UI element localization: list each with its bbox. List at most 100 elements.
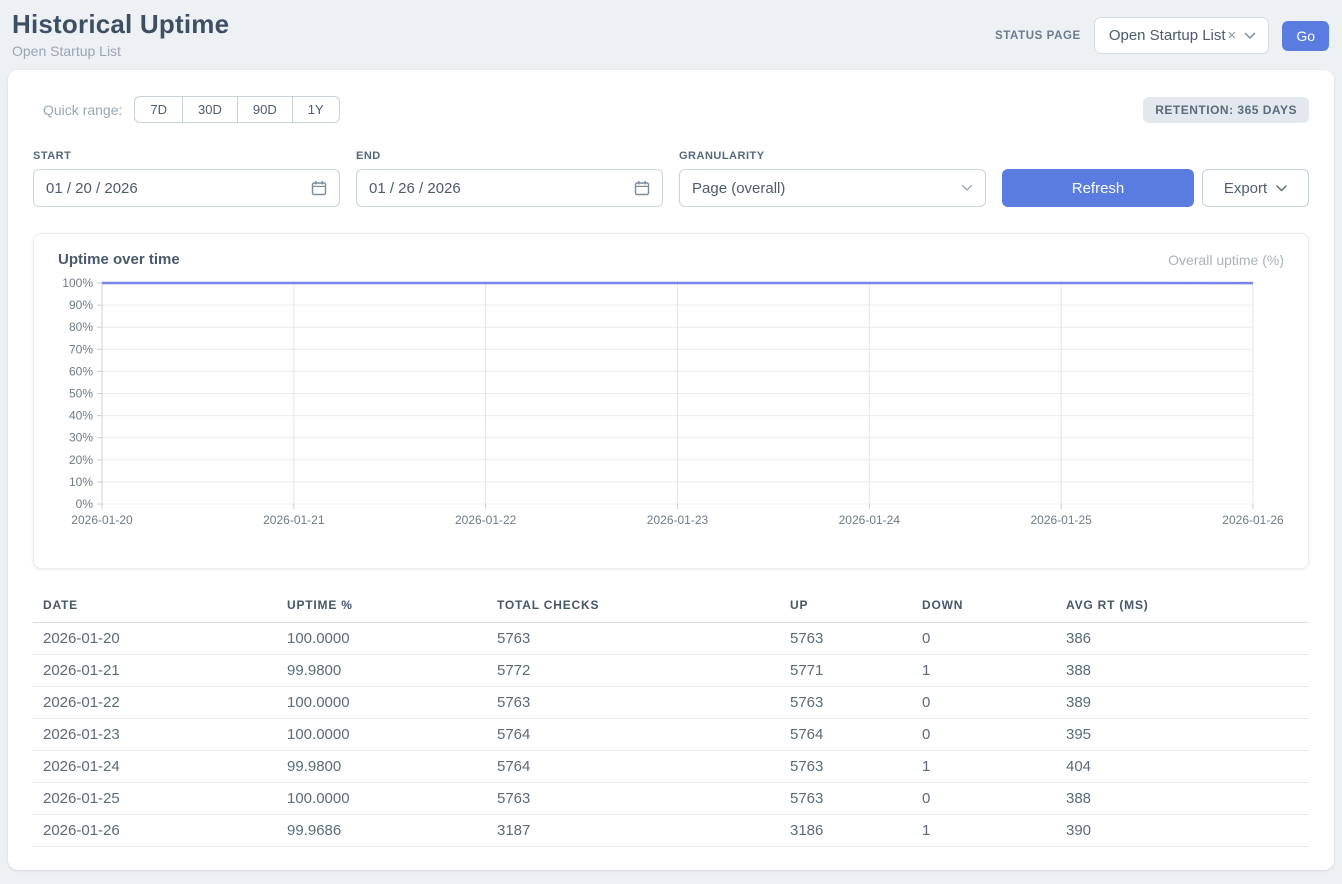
- chart-title: Uptime over time: [58, 251, 180, 268]
- x-axis-label: 2026-01-22: [455, 513, 517, 527]
- table-row: 2026-01-22100.0000576357630389: [33, 687, 1309, 719]
- y-axis-label: 80%: [69, 320, 93, 334]
- uptime-chart: 0%10%20%30%40%50%60%70%80%90%100%2026-01…: [58, 273, 1284, 534]
- calendar-icon[interactable]: [311, 180, 327, 196]
- refresh-button[interactable]: Refresh: [1002, 169, 1194, 207]
- table-cell: 5763: [780, 751, 912, 783]
- table-cell: 0: [912, 783, 1056, 815]
- table-cell: 100.0000: [277, 719, 487, 751]
- calendar-icon[interactable]: [634, 180, 650, 196]
- table-cell: 2026-01-25: [33, 783, 277, 815]
- table-cell: 2026-01-23: [33, 719, 277, 751]
- table-cell: 100.0000: [277, 687, 487, 719]
- table-cell: 3187: [487, 815, 780, 847]
- chevron-down-icon: [961, 184, 973, 192]
- filter-row: START 01 / 20 / 2026 END 01 / 26 / 2026 …: [33, 150, 1309, 207]
- start-date-input[interactable]: 01 / 20 / 2026: [33, 169, 340, 207]
- granularity-select-value: Page (overall): [692, 180, 785, 197]
- y-axis-label: 10%: [69, 475, 93, 489]
- granularity-select[interactable]: Page (overall): [679, 169, 986, 207]
- table-cell: 0: [912, 623, 1056, 655]
- table-cell: 5763: [780, 783, 912, 815]
- table-cell: 2026-01-22: [33, 687, 277, 719]
- table-cell: 5763: [780, 623, 912, 655]
- y-axis-label: 60%: [69, 364, 93, 378]
- y-axis-label: 30%: [69, 431, 93, 445]
- y-axis-label: 50%: [69, 387, 93, 401]
- table-cell: 99.9686: [277, 815, 487, 847]
- main-panel: Quick range: 7D30D90D1Y RETENTION: 365 D…: [8, 70, 1334, 870]
- retention-badge: RETENTION: 365 DAYS: [1143, 97, 1309, 123]
- x-axis-label: 2026-01-26: [1222, 513, 1284, 527]
- table-row: 2026-01-2699.9686318731861390: [33, 815, 1309, 847]
- y-axis-label: 20%: [69, 453, 93, 467]
- uptime-chart-card: Uptime over time Overall uptime (%) 0% 10…: [33, 233, 1309, 569]
- y-axis-label: 100%: [62, 276, 93, 290]
- column-header: TOTAL CHECKS: [487, 598, 780, 623]
- column-header: UP: [780, 598, 912, 623]
- table-cell: 5763: [487, 687, 780, 719]
- status-page-select[interactable]: Open Startup List ×: [1094, 17, 1270, 54]
- granularity-field: GRANULARITY Page (overall): [679, 150, 986, 207]
- table-cell: 5763: [487, 623, 780, 655]
- quick-range-90d[interactable]: 90D: [238, 96, 293, 123]
- table-cell: 99.9800: [277, 751, 487, 783]
- table-cell: 390: [1056, 815, 1309, 847]
- start-date-label: START: [33, 150, 340, 162]
- y-axis-label: 0%: [76, 497, 94, 511]
- export-button[interactable]: Export: [1202, 169, 1309, 207]
- table-cell: 2026-01-21: [33, 655, 277, 687]
- chevron-down-icon: [1244, 32, 1256, 40]
- title-block: Historical Uptime Open Startup List: [12, 9, 229, 59]
- chart-header: Uptime over time Overall uptime (%): [58, 251, 1284, 268]
- table-cell: 1: [912, 815, 1056, 847]
- table-cell: 3186: [780, 815, 912, 847]
- quick-range-button-group: 7D30D90D1Y: [134, 96, 339, 123]
- end-date-value: 01 / 26 / 2026: [369, 180, 461, 197]
- table-row: 2026-01-2199.9800577257711388: [33, 655, 1309, 687]
- table-row: 2026-01-20100.0000576357630386: [33, 623, 1309, 655]
- table-cell: 386: [1056, 623, 1309, 655]
- topbar-right: STATUS PAGE Open Startup List × Go: [995, 17, 1329, 54]
- table-cell: 5763: [487, 783, 780, 815]
- quick-range-row: Quick range: 7D30D90D1Y RETENTION: 365 D…: [33, 96, 1309, 123]
- page-subtitle: Open Startup List: [12, 43, 229, 59]
- end-date-field: END 01 / 26 / 2026: [356, 150, 663, 207]
- table-row: 2026-01-23100.0000576457640395: [33, 719, 1309, 751]
- table-cell: 395: [1056, 719, 1309, 751]
- table-cell: 1: [912, 655, 1056, 687]
- clear-selection-icon[interactable]: ×: [1228, 27, 1237, 44]
- x-axis-label: 2026-01-23: [647, 513, 709, 527]
- end-date-input[interactable]: 01 / 26 / 2026: [356, 169, 663, 207]
- table-row: 2026-01-2499.9800576457631404: [33, 751, 1309, 783]
- column-header: UPTIME %: [277, 598, 487, 623]
- quick-range-1y[interactable]: 1Y: [293, 96, 340, 123]
- table-cell: 404: [1056, 751, 1309, 783]
- start-date-value: 01 / 20 / 2026: [46, 180, 138, 197]
- table-cell: 100.0000: [277, 783, 487, 815]
- quick-range-label: Quick range:: [43, 102, 122, 118]
- y-axis-label: 90%: [69, 298, 93, 312]
- table-cell: 99.9800: [277, 655, 487, 687]
- table-cell: 5764: [487, 719, 780, 751]
- uptime-chart-svg: 0%10%20%30%40%50%60%70%80%90%100%2026-01…: [58, 273, 1286, 529]
- table-cell: 2026-01-20: [33, 623, 277, 655]
- column-header: DATE: [33, 598, 277, 623]
- status-page-label: STATUS PAGE: [995, 30, 1081, 42]
- table-cell: 5771: [780, 655, 912, 687]
- end-date-label: END: [356, 150, 663, 162]
- quick-range-7d[interactable]: 7D: [134, 96, 183, 123]
- table-cell: 388: [1056, 655, 1309, 687]
- x-axis-label: 2026-01-24: [839, 513, 901, 527]
- go-button[interactable]: Go: [1282, 21, 1329, 51]
- quick-range-30d[interactable]: 30D: [183, 96, 238, 123]
- y-axis-label: 70%: [69, 342, 93, 356]
- x-axis-label: 2026-01-25: [1030, 513, 1092, 527]
- table-cell: 0: [912, 687, 1056, 719]
- table-header-row: DATEUPTIME %TOTAL CHECKSUPDOWNAVG RT (MS…: [33, 598, 1309, 623]
- chart-legend: Overall uptime (%): [1168, 252, 1284, 268]
- export-button-label: Export: [1224, 180, 1267, 197]
- x-axis-label: 2026-01-20: [71, 513, 133, 527]
- table-cell: 5772: [487, 655, 780, 687]
- table-cell: 5764: [780, 719, 912, 751]
